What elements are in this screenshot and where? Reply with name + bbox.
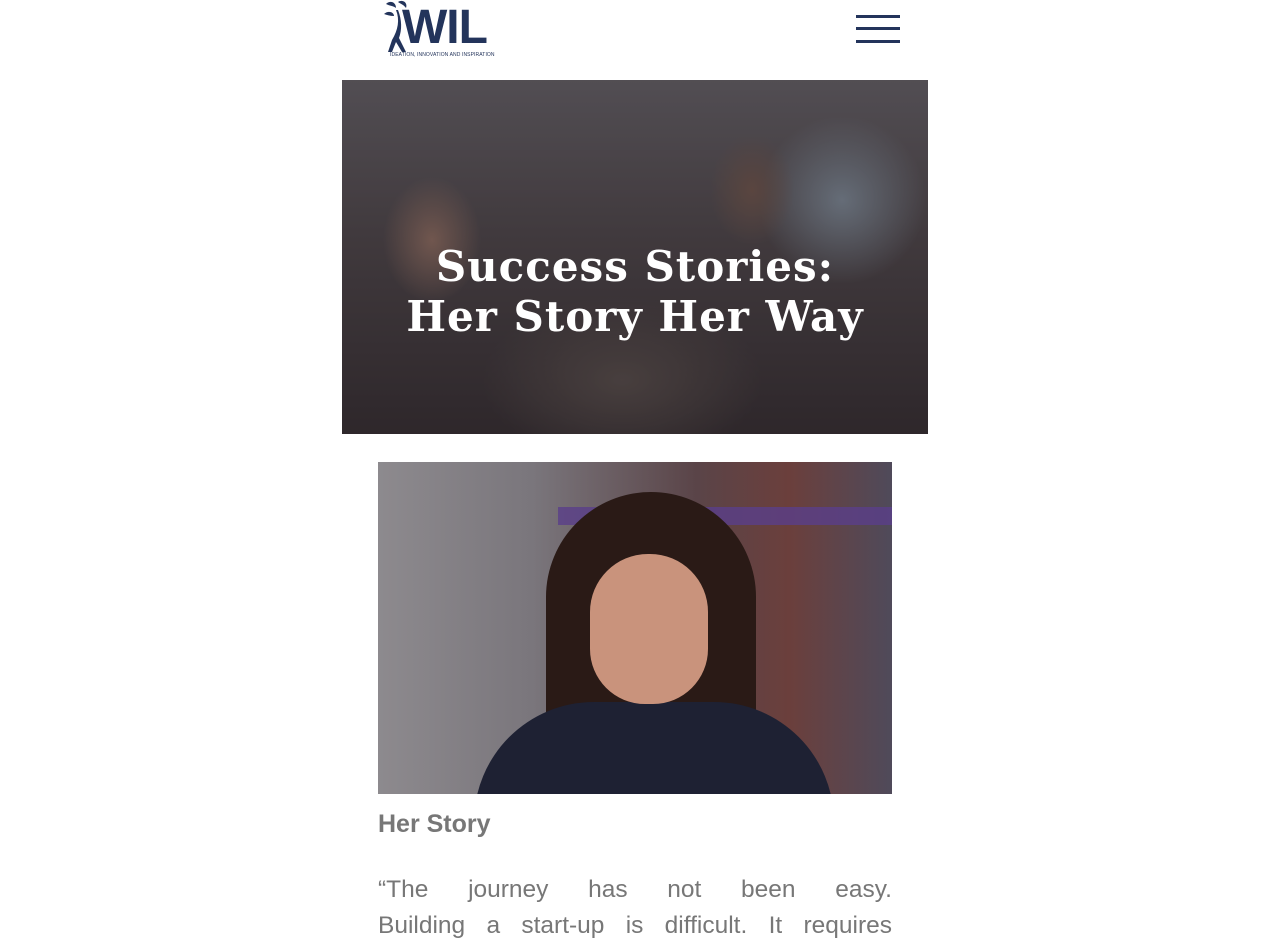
quote-line-2: Building a start-up is difficult. It req… <box>378 912 892 939</box>
logo-wordmark: WIL <box>402 1 488 54</box>
hero-title: Success Stories: Her Story Her Way <box>342 242 928 342</box>
story-quote: “The journey has not been easy. Building… <box>378 872 892 944</box>
hero-title-line-1: Success Stories: <box>435 242 835 291</box>
portrait-shirt <box>474 702 834 794</box>
quote-line-1: “The journey has not been easy. <box>378 876 892 903</box>
logo-tagline: IDEATION, INNOVATION AND INSPIRATION <box>390 52 495 58</box>
portrait-face <box>590 554 708 704</box>
hero-banner: Success Stories: Her Story Her Way <box>342 80 928 434</box>
portrait-image <box>378 462 892 794</box>
hero-title-line-2: Her Story Her Way <box>406 292 864 341</box>
page: WIL IDEATION, INNOVATION AND INSPIRATION… <box>0 0 1270 952</box>
hamburger-menu-icon[interactable] <box>856 13 900 45</box>
section-heading: Her Story <box>378 810 491 838</box>
site-logo[interactable]: WIL IDEATION, INNOVATION AND INSPIRATION <box>380 0 512 62</box>
